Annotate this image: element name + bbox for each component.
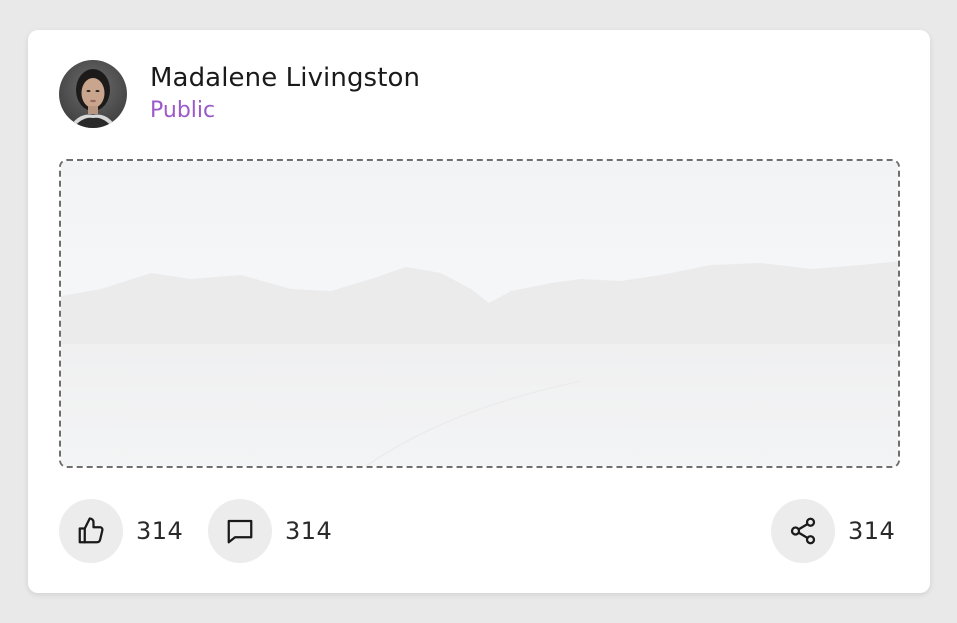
avatar[interactable] bbox=[59, 60, 127, 128]
share-count: 314 bbox=[848, 517, 896, 545]
comment-icon bbox=[227, 519, 253, 544]
like-count: 314 bbox=[136, 517, 184, 545]
thumbs-up-icon bbox=[78, 517, 104, 544]
author-info: Madalene Livingston Public bbox=[150, 62, 420, 126]
comment-count: 314 bbox=[285, 517, 333, 545]
landscape-image bbox=[61, 161, 898, 466]
post-card: Madalene Livingston Public 314 314 314 bbox=[28, 30, 930, 593]
visibility-label: Public bbox=[150, 98, 216, 123]
comment-button[interactable] bbox=[208, 499, 272, 563]
like-action: 314 bbox=[59, 499, 183, 563]
like-button[interactable] bbox=[59, 499, 123, 563]
author-name[interactable]: Madalene Livingston bbox=[150, 62, 420, 94]
share-button[interactable] bbox=[771, 499, 835, 563]
share-action: 314 bbox=[771, 499, 895, 563]
post-header: Madalene Livingston Public bbox=[59, 60, 420, 128]
post-image[interactable] bbox=[59, 159, 900, 468]
share-icon bbox=[790, 517, 816, 545]
comment-action: 314 bbox=[208, 499, 332, 563]
